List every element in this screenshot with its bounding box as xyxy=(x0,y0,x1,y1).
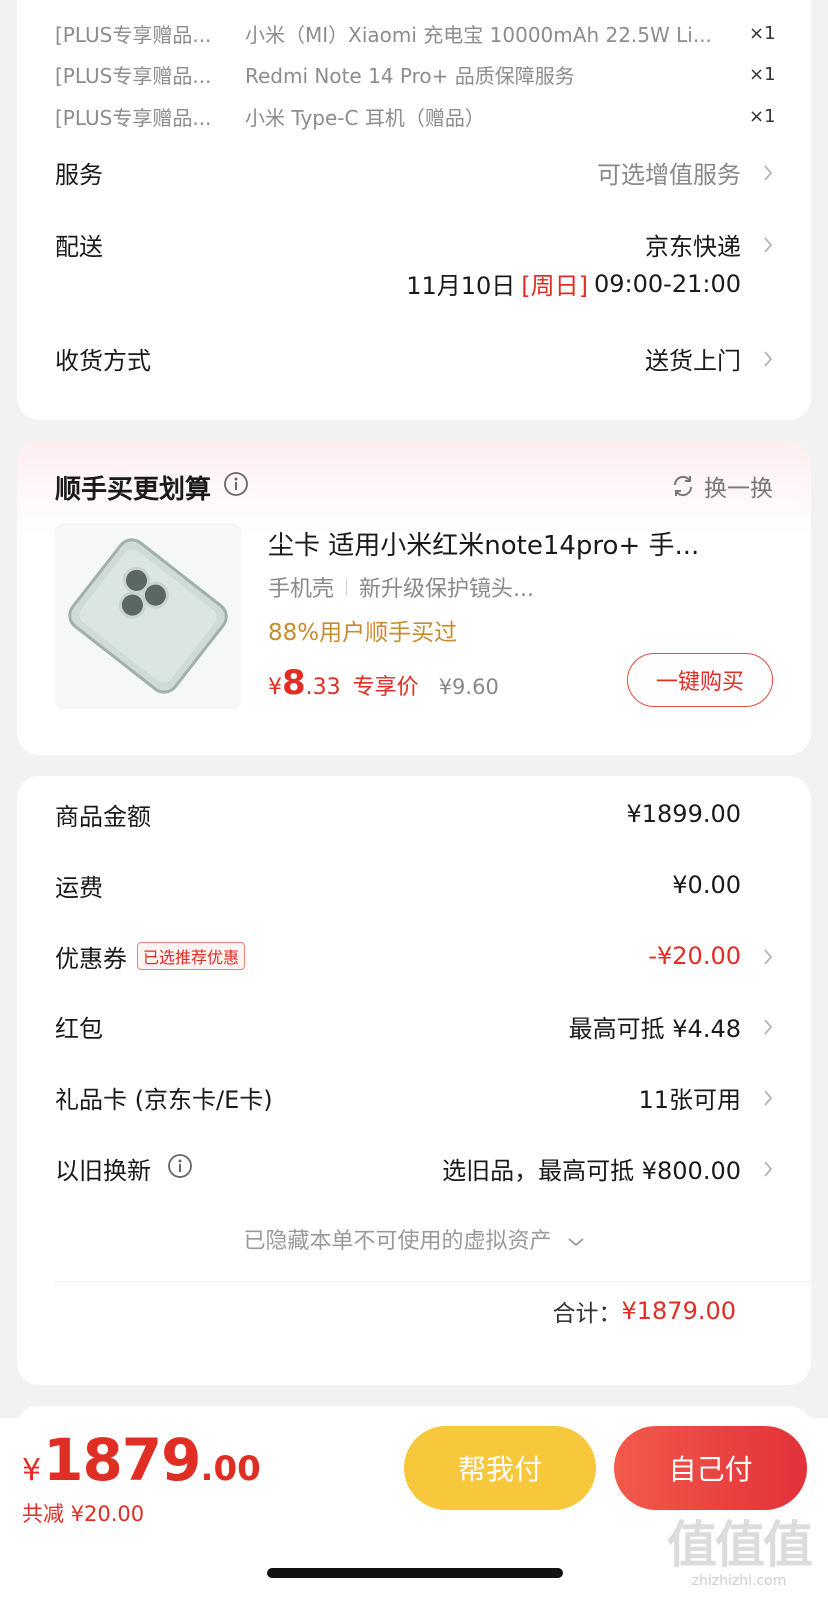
coupon-badge: 已选推荐优惠 xyxy=(137,942,246,970)
summary-label: 红包 xyxy=(55,1014,103,1043)
total-label: 合计： xyxy=(552,1301,622,1327)
summary-value: ¥1899.00 xyxy=(626,800,741,828)
watermark: 值值值 zhizhizhi.com xyxy=(664,1505,814,1589)
pay-amount: ¥ 1879 .00 xyxy=(22,1426,261,1494)
summary-value: ¥0.00 xyxy=(672,871,741,899)
summary-label: 礼品卡 (京东卡/E卡) xyxy=(55,1085,273,1114)
summary-value: 选旧品，最高可抵 ¥800.00 xyxy=(442,1156,741,1185)
service-row[interactable]: 服务 可选增值服务 xyxy=(55,154,773,190)
chevron-right-icon xyxy=(747,944,773,969)
info-icon[interactable] xyxy=(167,1153,193,1183)
refresh-icon xyxy=(673,475,693,497)
pay-decimal: .00 xyxy=(200,1449,261,1489)
receive-label: 收货方式 xyxy=(55,346,151,375)
service-value: 可选增值服务 xyxy=(597,160,741,189)
receive-method-row[interactable]: 收货方式 送货上门 xyxy=(55,340,773,376)
chevron-right-icon xyxy=(747,1156,773,1181)
order-details-card: [PLUS专享赠品... 小米（MI）Xiaomi 充电宝 10000mAh 2… xyxy=(17,0,811,420)
product-tag: 新升级保护镜头... xyxy=(359,577,534,602)
gift-tag: [PLUS专享赠品... xyxy=(55,22,212,47)
original-price: ¥9.60 xyxy=(438,675,499,699)
swap-button[interactable]: 换一换 xyxy=(670,469,773,503)
help-pay-button[interactable]: 帮我付 xyxy=(404,1426,596,1510)
price-integer: 8 xyxy=(282,663,306,703)
summary-label: 以旧换新 xyxy=(55,1156,151,1185)
summary-row-gift-card[interactable]: 礼品卡 (京东卡/E卡) 11张可用 xyxy=(55,1079,773,1115)
summary-label: 优惠券 xyxy=(55,944,127,973)
gift-item: [PLUS专享赠品... 小米（MI）Xiaomi 充电宝 10000mAh 2… xyxy=(55,18,776,48)
one-click-buy-button[interactable]: 一键购买 xyxy=(627,653,773,707)
delivery-label: 配送 xyxy=(55,232,103,261)
gift-item: [PLUS专享赠品... Redmi Note 14 Pro+ 品质保障服务 ×… xyxy=(55,59,776,89)
summary-row-red-packet[interactable]: 红包 最高可抵 ¥4.48 xyxy=(55,1008,773,1044)
hidden-assets-label: 已隐藏本单不可使用的虚拟资产 xyxy=(243,1229,552,1254)
product-buyers: 88%用户顺手买过 xyxy=(268,620,458,646)
chevron-right-icon xyxy=(747,1085,773,1110)
summary-value: 11张可用 xyxy=(638,1085,741,1114)
gift-qty: ×1 xyxy=(749,105,776,127)
price-decimal: .33 xyxy=(305,675,341,700)
recommendation-title: 顺手买更划算 xyxy=(55,469,249,506)
hidden-assets-toggle[interactable]: 已隐藏本单不可使用的虚拟资产 xyxy=(17,1223,811,1255)
home-indicator[interactable] xyxy=(267,1568,563,1578)
info-icon[interactable] xyxy=(223,471,249,504)
product-title[interactable]: 尘卡 适用小米红米note14pro+ 手... xyxy=(268,525,768,562)
product-image[interactable] xyxy=(55,523,241,709)
total-discount: 共减 ¥20.00 xyxy=(22,1502,145,1526)
order-total: 合计： ¥1879.00 xyxy=(552,1294,736,1328)
divider xyxy=(55,1281,811,1282)
chevron-right-icon xyxy=(747,1014,773,1039)
delivery-window: 09:00-21:00 xyxy=(594,269,741,298)
delivery-weekday: [周日] xyxy=(521,272,588,300)
delivery-time[interactable]: 11月10日 [周日] 09:00-21:00 xyxy=(406,266,741,301)
summary-row-trade-in[interactable]: 以旧换新 选旧品，最高可抵 ¥800.00 xyxy=(55,1150,773,1186)
total-value: ¥1879.00 xyxy=(621,1297,736,1325)
chevron-right-icon xyxy=(747,232,773,257)
price-symbol: ¥ xyxy=(268,675,282,700)
price-summary-card: 商品金额 ¥1899.00 运费 ¥0.00 优惠券 已选推荐优惠 -¥20.0… xyxy=(17,776,811,1385)
product-tags: 手机壳 新升级保护镜头... xyxy=(268,571,598,603)
gift-name: 小米 Type-C 耳机（赠品） xyxy=(245,105,485,130)
price-label: 专享价 xyxy=(352,675,419,700)
swap-label: 换一换 xyxy=(704,476,773,502)
recommendation-title-text: 顺手买更划算 xyxy=(55,475,212,505)
summary-row-shipping: 运费 ¥0.00 xyxy=(55,867,773,903)
gift-qty: ×1 xyxy=(749,63,776,85)
product-tag: 手机壳 xyxy=(268,577,335,602)
recommendation-card: 顺手买更划算 换一换 尘卡 适用小米红米note14pro+ 手... 手机壳 … xyxy=(17,441,811,755)
gift-name: 小米（MI）Xiaomi 充电宝 10000mAh 22.5W Li... xyxy=(245,22,712,47)
chevron-down-icon xyxy=(567,1238,584,1247)
delivery-row[interactable]: 配送 京东快递 xyxy=(55,226,773,262)
chevron-right-icon xyxy=(747,160,773,185)
product-price: ¥ 8 .33 专享价 ¥9.60 xyxy=(268,663,499,703)
receive-value: 送货上门 xyxy=(645,346,741,375)
summary-row-goods-amount: 商品金额 ¥1899.00 xyxy=(55,796,773,832)
watermark-logo: 值值值 xyxy=(667,1516,813,1574)
pay-integer: 1879 xyxy=(43,1426,201,1494)
summary-value: 最高可抵 ¥4.48 xyxy=(568,1014,741,1043)
gift-tag: [PLUS专享赠品... xyxy=(55,105,212,130)
gift-item: [PLUS专享赠品... 小米 Type-C 耳机（赠品） ×1 xyxy=(55,101,776,131)
gift-qty: ×1 xyxy=(749,22,776,44)
summary-row-coupon[interactable]: 优惠券 已选推荐优惠 -¥20.00 xyxy=(55,938,773,974)
tag-divider xyxy=(346,579,348,595)
self-pay-button[interactable]: 自己付 xyxy=(614,1426,807,1510)
summary-label: 运费 xyxy=(55,873,103,902)
delivery-date: 11月10日 xyxy=(406,272,516,300)
summary-value: -¥20.00 xyxy=(648,942,741,970)
chevron-right-icon xyxy=(747,346,773,371)
service-label: 服务 xyxy=(55,160,103,189)
gift-name: Redmi Note 14 Pro+ 品质保障服务 xyxy=(245,63,575,88)
delivery-value: 京东快递 xyxy=(645,232,741,261)
pay-symbol: ¥ xyxy=(22,1453,42,1488)
summary-label: 商品金额 xyxy=(55,802,151,831)
gift-tag: [PLUS专享赠品... xyxy=(55,63,212,88)
